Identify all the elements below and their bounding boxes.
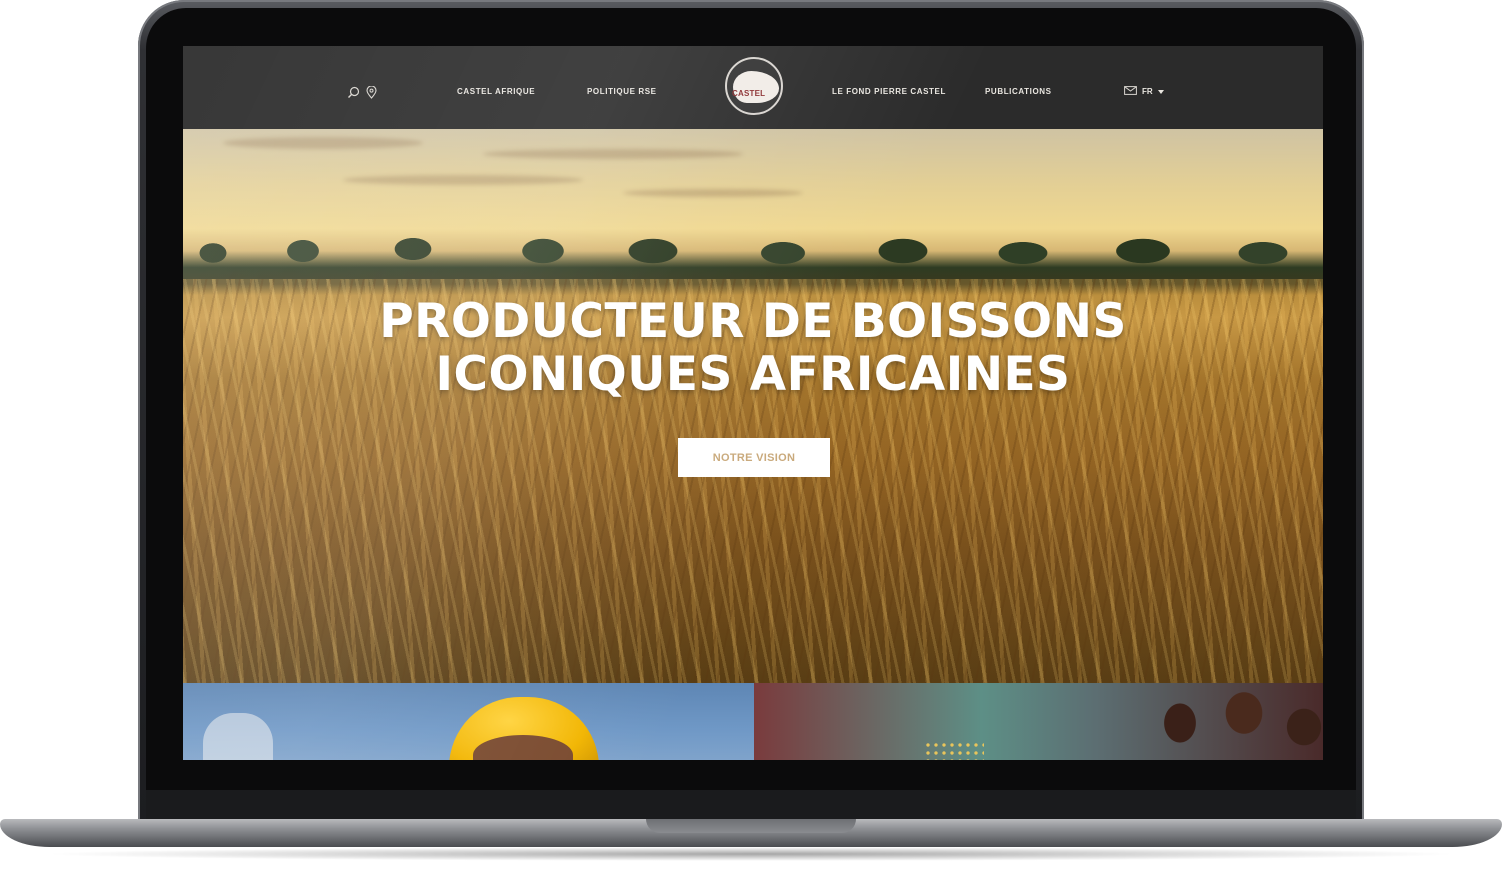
logo-text: CASTEL <box>732 89 766 98</box>
nav-castel-afrique[interactable]: CASTEL AFRIQUE <box>457 87 535 96</box>
preview-panel-worker[interactable] <box>183 683 754 760</box>
notre-vision-button[interactable]: NOTRE VISION <box>678 438 830 477</box>
mail-icon[interactable] <box>1124 86 1137 97</box>
people-shapes <box>1144 683 1323 760</box>
header-utility-icons <box>347 86 377 99</box>
castel-logo[interactable]: CASTEL <box>725 57 783 115</box>
nav-publications[interactable]: PUBLICATIONS <box>985 87 1052 96</box>
hero-title-line-1: PRODUCTEUR DE BOISSONS <box>379 294 1127 349</box>
caret-down-icon[interactable] <box>1157 87 1164 96</box>
laptop-shadow <box>40 847 1462 861</box>
language-selector[interactable]: FR <box>1124 86 1164 97</box>
hero-title: PRODUCTEUR DE BOISSONS ICONIQUES AFRICAI… <box>183 295 1323 401</box>
hero-section: PRODUCTEUR DE BOISSONS ICONIQUES AFRICAI… <box>183 129 1323 683</box>
nav-le-fond-pierre-castel[interactable]: LE FOND PIERRE CASTEL <box>832 87 946 96</box>
laptop-notch <box>646 819 856 833</box>
hero-title-line-2: ICONIQUES AFRICAINES <box>435 347 1071 402</box>
search-icon[interactable] <box>347 86 360 99</box>
confetti-shape <box>924 741 984 760</box>
laptop-screen: CASTEL AFRIQUE POLITIQUE RSE CASTEL LE F… <box>183 46 1323 760</box>
tank-shape <box>203 713 273 760</box>
logo-shape <box>733 71 779 103</box>
location-pin-icon[interactable] <box>366 86 377 99</box>
nav-politique-rse[interactable]: POLITIQUE RSE <box>587 87 657 96</box>
site-header: CASTEL AFRIQUE POLITIQUE RSE CASTEL LE F… <box>183 46 1323 129</box>
language-label[interactable]: FR <box>1142 87 1153 96</box>
preview-panel-celebration[interactable] <box>754 683 1323 760</box>
hero-glare <box>183 129 1323 683</box>
